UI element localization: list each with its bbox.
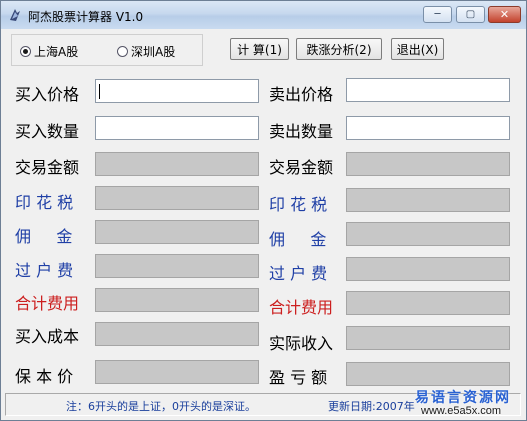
minimize-button[interactable]: ─	[423, 6, 452, 23]
radio-dot-selected[interactable]	[20, 46, 31, 57]
radio-shanghai[interactable]: 上海A股	[20, 43, 78, 60]
minimize-icon: ─	[434, 9, 441, 20]
buy-qty-input[interactable]	[95, 116, 259, 140]
breakeven-price-field	[95, 360, 259, 384]
breakeven-price-label: 保 本 价	[15, 367, 74, 386]
sell-commission-field	[346, 222, 510, 246]
close-button[interactable]: ✕	[488, 6, 521, 23]
sell-commission-label: 佣 金	[269, 230, 327, 249]
buy-total-fee-label: 合计费用	[15, 294, 80, 313]
buy-stamp-tax-label: 印 花 税	[15, 193, 74, 212]
watermark-title: 易语言资源网	[415, 390, 511, 406]
actual-income-label: 实际收入	[269, 334, 334, 353]
maximize-icon: ▢	[465, 9, 476, 20]
buy-commission-label: 佣 金	[15, 227, 73, 246]
buy-transfer-fee-label: 过 户 费	[15, 261, 74, 280]
buy-trade-amount-label: 交易金额	[15, 158, 80, 177]
analysis-button[interactable]: 跌涨分析(2)	[296, 38, 382, 60]
actual-income-field	[346, 326, 510, 350]
sell-transfer-fee-field	[346, 257, 510, 281]
watermark-url: www.e5a5x.com	[421, 405, 502, 417]
calculate-button[interactable]: 计 算(1)	[230, 38, 289, 60]
sell-trade-amount-field	[346, 152, 510, 176]
buy-qty-label: 买入数量	[15, 122, 80, 141]
sell-stamp-tax-label: 印 花 税	[269, 195, 328, 214]
sell-total-fee-label: 合计费用	[269, 298, 334, 317]
window-title: 阿杰股票计算器 V1.0	[28, 10, 144, 24]
app-window: 阿杰股票计算器 V1.0 ─ ▢ ✕ 上海A股 深圳A股 计 算(1) 跌涨分析…	[0, 0, 527, 421]
profit-loss-label: 盈 亏 额	[269, 368, 328, 387]
radio-dot[interactable]	[117, 46, 128, 57]
radio-shanghai-label: 上海A股	[34, 45, 79, 59]
radio-shenzhen-label: 深圳A股	[131, 45, 176, 59]
sell-total-fee-field	[346, 291, 510, 315]
maximize-button[interactable]: ▢	[456, 6, 485, 23]
status-note: 注：6开头的是上证，0开头的是深证。	[66, 400, 256, 413]
text-caret	[99, 84, 100, 99]
buy-price-label: 买入价格	[15, 85, 80, 104]
sell-price-label: 卖出价格	[269, 85, 334, 104]
buy-transfer-fee-field	[95, 254, 259, 278]
sell-qty-input[interactable]	[346, 116, 510, 140]
buy-trade-amount-field	[95, 152, 259, 176]
radio-shenzhen[interactable]: 深圳A股	[117, 43, 175, 60]
buy-commission-field	[95, 220, 259, 244]
buy-total-fee-field	[95, 288, 259, 312]
buy-cost-label: 买入成本	[15, 327, 80, 346]
buy-cost-field	[95, 322, 259, 346]
sell-transfer-fee-label: 过 户 费	[269, 264, 328, 283]
close-icon: ✕	[499, 8, 510, 21]
profit-loss-field	[346, 362, 510, 386]
sell-qty-label: 卖出数量	[269, 122, 334, 141]
sell-stamp-tax-field	[346, 188, 510, 212]
buy-stamp-tax-field	[95, 186, 259, 210]
exit-button[interactable]: 退出(X)	[391, 38, 444, 60]
sell-trade-amount-label: 交易金额	[269, 158, 334, 177]
update-date: 更新日期:2007年	[328, 400, 415, 413]
buy-price-input[interactable]	[95, 79, 259, 103]
title-bar[interactable]: 阿杰股票计算器 V1.0 ─ ▢ ✕	[1, 1, 526, 29]
app-icon	[10, 9, 20, 21]
sell-price-input[interactable]	[346, 78, 510, 102]
market-radio-group: 上海A股 深圳A股	[11, 34, 203, 66]
